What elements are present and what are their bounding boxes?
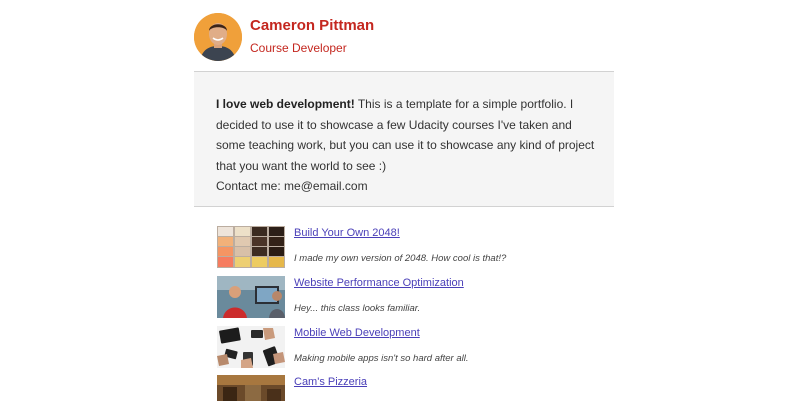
portfolio-page: Cameron Pittman Course Developer I love … [0,0,800,401]
project-link-mobile[interactable]: Mobile Web Development [294,327,420,339]
project-link-pizzeria[interactable]: Cam's Pizzeria [294,376,367,388]
project-item: Mobile Web Development Making mobile app… [217,326,577,370]
project-description: I made my own version of 2048. How cool … [294,253,507,264]
project-item: Website Performance Optimization Hey... … [217,276,577,320]
project-thumbnail-performance[interactable] [217,276,285,318]
profile-header: Cameron Pittman Course Developer [194,13,614,63]
project-thumbnail-2048[interactable] [217,226,285,268]
project-link-2048[interactable]: Build Your Own 2048! [294,227,400,239]
project-description: Hey... this class looks familiar. [294,303,421,314]
project-link-performance[interactable]: Website Performance Optimization [294,277,464,289]
project-item: Build Your Own 2048! I made my own versi… [217,226,577,270]
bio-section: I love web development! This is a templa… [194,71,614,207]
profile-role: Course Developer [250,41,347,55]
profile-avatar [194,13,242,61]
bio-text: I love web development! This is a templa… [216,94,596,197]
project-item: Cam's Pizzeria [217,375,577,401]
contact-email: me@email.com [284,179,368,193]
project-description: Making mobile apps isn't so hard after a… [294,353,469,364]
project-thumbnail-mobile[interactable] [217,326,285,368]
contact-label: Contact me: [216,179,281,193]
profile-name: Cameron Pittman [250,17,375,34]
project-thumbnail-pizzeria[interactable] [217,375,285,401]
bio-lead: I love web development! [216,97,355,111]
